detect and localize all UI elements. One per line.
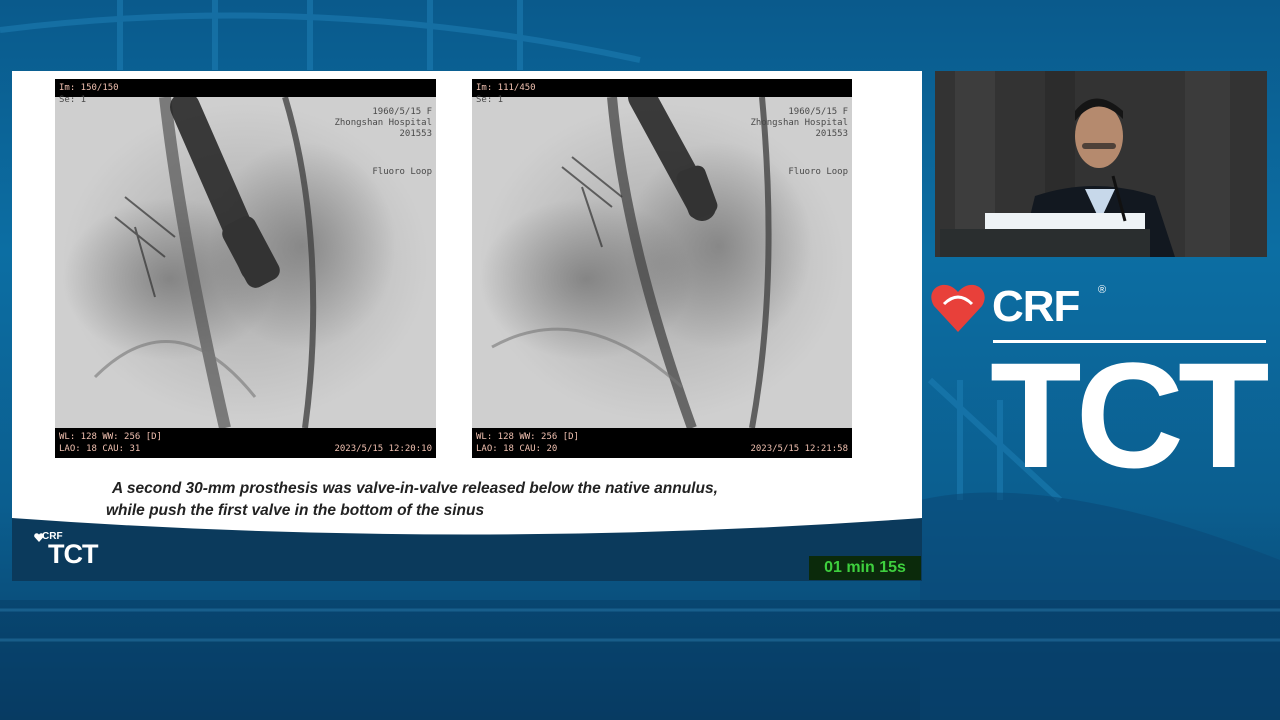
fluoroscopy-image-left	[55, 97, 436, 428]
image-counter-right: Im: 111/450	[476, 83, 536, 93]
presentation-timer: 01 min 15s	[809, 556, 921, 580]
crf-text: CRF	[992, 282, 1080, 331]
mode-right: Fluoro Loop	[788, 167, 848, 177]
presentation-slide: Im: 150/150 Se: 1 1960/5/15 F Zhongshan …	[12, 71, 922, 581]
footer-tct-text: TCT	[48, 539, 98, 569]
patient-info-left: 1960/5/15 F Zhongshan Hospital 201553	[334, 107, 432, 139]
window-level-left: WL: 128 WW: 256 [D]	[59, 432, 162, 442]
datetime-left: 2023/5/15 12:20:10	[334, 444, 432, 454]
angle-right: LAO: 18 CAU: 20	[476, 444, 558, 454]
angiogram-left: Im: 150/150 Se: 1 1960/5/15 F Zhongshan …	[55, 79, 436, 458]
fluoroscopy-image-right	[472, 97, 852, 428]
series-left: Se: 1	[59, 95, 87, 105]
mode-left: Fluoro Loop	[372, 167, 432, 177]
datetime-right: 2023/5/15 12:21:58	[750, 444, 848, 454]
caption-line-2: while push the first valve in the bottom…	[106, 502, 485, 519]
caption-line-1: A second 30-mm prosthesis was valve-in-v…	[112, 480, 718, 497]
angiogram-right: Im: 111/450 Se: 1 1960/5/15 F Zhongshan …	[472, 79, 852, 458]
heart-icon	[931, 284, 985, 332]
window-level-right: WL: 128 WW: 256 [D]	[476, 432, 579, 442]
image-counter-left: Im: 150/150	[59, 83, 119, 93]
speaker-video-feed	[935, 71, 1267, 257]
tct-logo-text: TCT	[990, 331, 1270, 499]
patient-info-right: 1960/5/15 F Zhongshan Hospital 201553	[750, 107, 848, 139]
registered-mark: ®	[1098, 284, 1107, 296]
series-right: Se: 1	[476, 95, 504, 105]
angle-left: LAO: 18 CAU: 31	[59, 444, 141, 454]
